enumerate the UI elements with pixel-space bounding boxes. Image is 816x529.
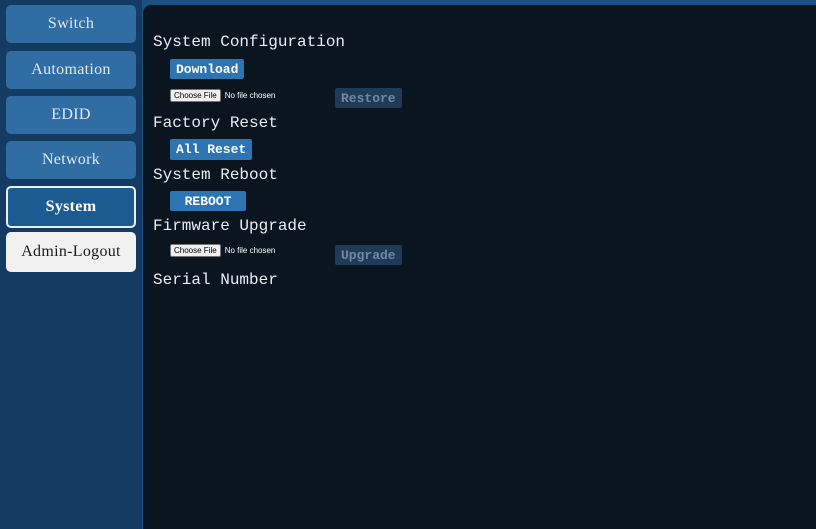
all-reset-button[interactable]: All Reset [170,139,253,160]
config-file-status: No file chosen [224,90,276,100]
upgrade-button[interactable]: Upgrade [335,245,402,265]
firmware-upgrade-title: Firmware Upgrade [153,217,307,235]
download-button[interactable]: Download [170,59,245,79]
system-panel: System Configuration Download Choose Fil… [143,5,816,529]
firmware-file-status: No file chosen [224,245,276,255]
sidebar-nav: Switch Automation EDID Network System Ad… [0,0,142,529]
reboot-button[interactable]: REBOOT [170,191,246,211]
sidebar-item-automation[interactable]: Automation [6,51,136,89]
system-configuration-title: System Configuration [153,33,346,51]
serial-number-title: Serial Number [153,271,278,289]
system-reboot-title: System Reboot [153,166,278,184]
factory-reset-title: Factory Reset [153,114,278,132]
sidebar-item-admin-logout[interactable]: Admin-Logout [6,232,136,272]
sidebar-item-switch[interactable]: Switch [6,5,136,43]
config-file-input[interactable]: Choose File No file chosen [170,88,275,102]
sidebar-item-system[interactable]: System [6,186,136,228]
config-choose-file-button[interactable]: Choose File [170,88,221,102]
restore-button[interactable]: Restore [335,88,402,108]
sidebar-item-edid[interactable]: EDID [6,96,136,134]
firmware-file-input[interactable]: Choose File No file chosen [170,243,275,257]
firmware-choose-file-button[interactable]: Choose File [170,243,221,257]
sidebar-item-network[interactable]: Network [6,141,136,179]
